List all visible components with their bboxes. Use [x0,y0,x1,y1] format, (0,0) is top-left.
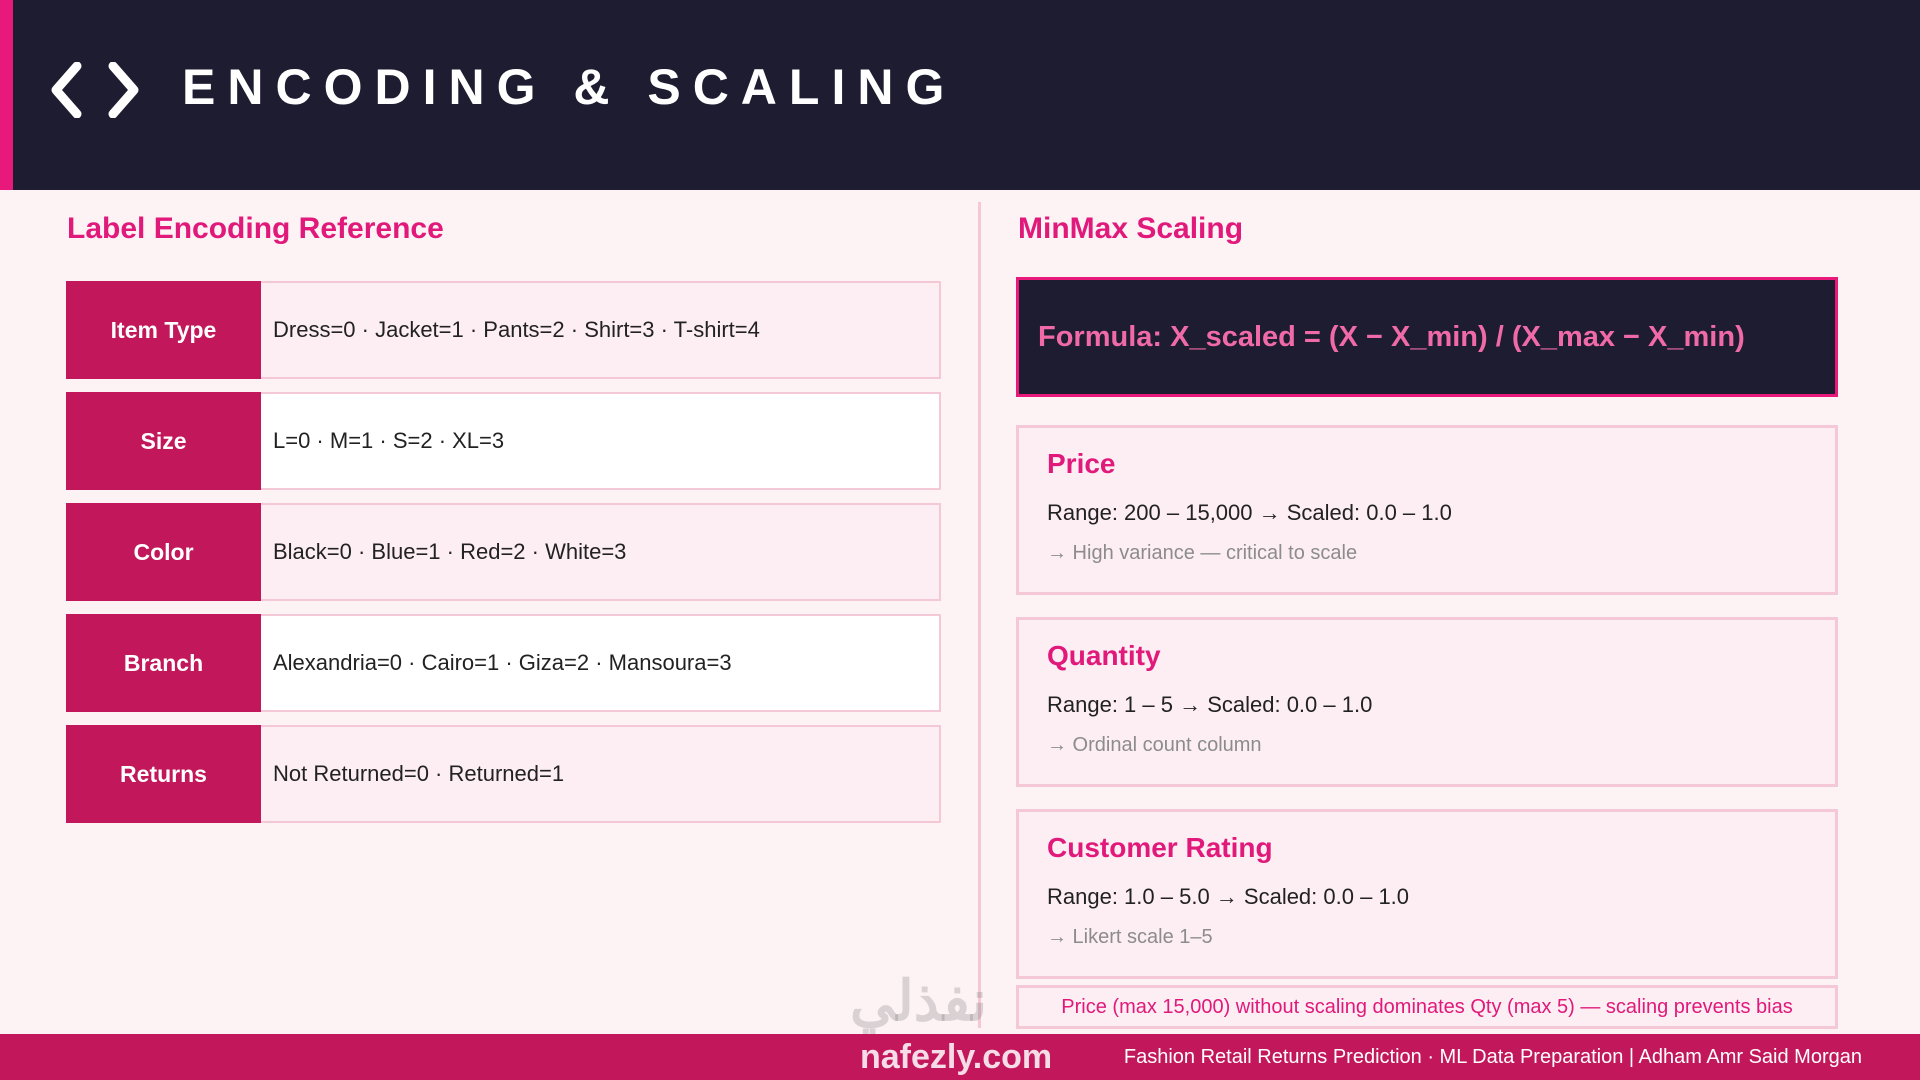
encoding-row-item-type: Item Type Dress=0 · Jacket=1 · Pants=2 ·… [66,281,941,379]
encoding-row-value: Dress=0 · Jacket=1 · Pants=2 · Shirt=3 ·… [261,281,941,379]
watermark-site: nafezly.com [860,1038,1053,1076]
scale-card-quantity: Quantity Range: 1 – 5 → Scaled: 0.0 – 1.… [1016,617,1838,787]
scale-card-title: Customer Rating [1047,832,1273,863]
slide-footer: nafezly.com Fashion Retail Returns Predi… [0,1034,1920,1080]
scale-card-range: Range: 1.0 – 5.0 → Scaled: 0.0 – 1.0 [1047,884,1410,909]
label-encoding-heading: Label Encoding Reference [67,212,444,245]
scale-card-note: → Likert scale 1–5 [1047,926,1213,948]
encoding-row-label: Item Type [66,281,261,379]
scale-card-title: Quantity [1047,640,1161,671]
minmax-heading: MinMax Scaling [1018,212,1244,245]
page-title: ENCODING & SCALING [182,59,957,115]
encoding-row-label: Returns [66,725,261,823]
scale-card-range: Range: 1 – 5 → Scaled: 0.0 – 1.0 [1047,692,1373,717]
bias-note: Price (max 15,000) without scaling domin… [1016,985,1838,1029]
encoding-row-value: L=0 · M=1 · S=2 · XL=3 [261,392,941,490]
formula-box: Formula: X_scaled = (X − X_min) / (X_max… [1016,277,1838,397]
encoding-row-label: Branch [66,614,261,712]
encoding-row-size: Size L=0 · M=1 · S=2 · XL=3 [66,392,941,490]
encoding-row-returns: Returns Not Returned=0 · Returned=1 [66,725,941,823]
section-divider [978,202,981,1028]
scale-card-price: Price Range: 200 – 15,000 → Scaled: 0.0 … [1016,425,1838,595]
encoding-row-label: Color [66,503,261,601]
scale-card-note: → Ordinal count column [1047,734,1262,756]
header-accent-bar [0,0,13,190]
slide-header: ENCODING & SCALING [0,0,1920,190]
footer-text: Fashion Retail Returns Prediction · ML D… [1123,1046,1862,1068]
watermark-arabic: نفذلي [850,969,988,1032]
scale-card-customer-rating: Customer Rating Range: 1.0 – 5.0 → Scale… [1016,809,1838,979]
scale-card-title: Price [1047,448,1116,479]
encoding-row-value: Alexandria=0 · Cairo=1 · Giza=2 · Mansou… [261,614,941,712]
encoding-row-value: Not Returned=0 · Returned=1 [261,725,941,823]
code-brackets-icon [51,62,139,118]
encoding-row-label: Size [66,392,261,490]
encoding-row-branch: Branch Alexandria=0 · Cairo=1 · Giza=2 ·… [66,614,941,712]
scale-card-note: → High variance — critical to scale [1047,542,1358,564]
encoding-row-color: Color Black=0 · Blue=1 · Red=2 · White=3 [66,503,941,601]
scale-card-range: Range: 200 – 15,000 → Scaled: 0.0 – 1.0 [1047,500,1452,525]
formula-text: Formula: X_scaled = (X − X_min) / (X_max… [1038,320,1745,353]
encoding-row-value: Black=0 · Blue=1 · Red=2 · White=3 [261,503,941,601]
